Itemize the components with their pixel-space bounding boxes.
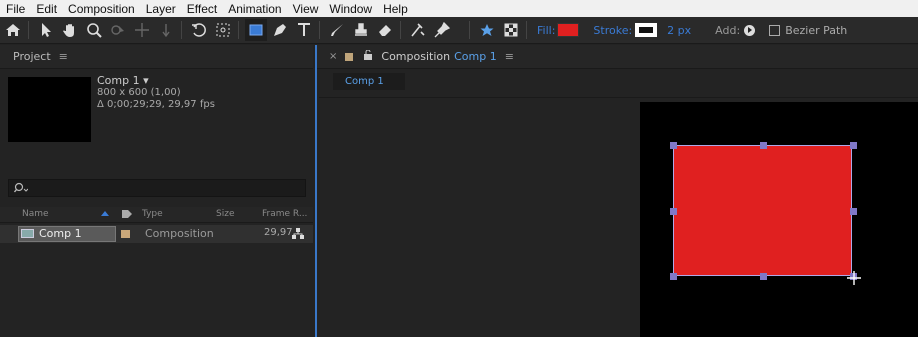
transform-handle[interactable] xyxy=(670,208,677,215)
composition-tab-name[interactable]: Comp 1 xyxy=(454,50,497,63)
project-panel-title: Project xyxy=(13,50,51,63)
project-panel: Project ≡ Comp 1 ▾ 800 x 600 (1,00) Δ 0;… xyxy=(0,45,313,337)
dolly-tool-icon[interactable] xyxy=(155,19,177,41)
composition-thumbnail xyxy=(8,77,91,142)
project-item-type: Composition xyxy=(145,227,214,240)
clone-stamp-tool-icon[interactable] xyxy=(350,19,372,41)
add-menu-icon[interactable] xyxy=(744,24,756,36)
selected-item-duration: Δ 0;00;29;29, 29,97 fps xyxy=(97,99,215,110)
toolbar: Fill: Stroke: 2 px Add: Bezier Path xyxy=(0,17,918,44)
column-size[interactable]: Size xyxy=(216,209,234,219)
home-icon[interactable] xyxy=(2,19,24,41)
menu-file[interactable]: File xyxy=(6,2,25,16)
eraser-tool-icon[interactable] xyxy=(374,19,396,41)
column-frame-rate[interactable]: Frame R... xyxy=(262,209,307,219)
menu-effect[interactable]: Effect xyxy=(187,2,217,16)
puppet-pin-tool-icon[interactable] xyxy=(431,19,453,41)
orbit-tool-icon[interactable] xyxy=(107,19,129,41)
menu-view[interactable]: View xyxy=(293,2,319,16)
pan-tool-icon[interactable] xyxy=(131,19,153,41)
transform-handle[interactable] xyxy=(760,142,767,149)
transform-handle[interactable] xyxy=(760,273,767,280)
project-item-frame-rate: 29,97 xyxy=(264,227,293,238)
stroke-label[interactable]: Stroke: xyxy=(593,24,632,37)
toolbar-divider xyxy=(526,21,527,39)
brush-tool-icon[interactable] xyxy=(326,19,348,41)
bezier-path-checkbox[interactable] xyxy=(769,24,781,36)
stroke-width-value[interactable]: 2 px xyxy=(667,24,691,37)
selected-item-name: Comp 1 ▾ xyxy=(97,74,149,87)
menu-bar: File Edit Composition Layer Effect Anima… xyxy=(0,0,918,17)
toolbar-divider xyxy=(319,21,320,39)
project-panel-header: Project ≡ xyxy=(0,45,313,69)
label-color-chip[interactable] xyxy=(121,230,130,238)
fill-color-swatch[interactable] xyxy=(557,23,580,37)
menu-composition[interactable]: Composition xyxy=(68,2,135,16)
toolbar-divider xyxy=(400,21,401,39)
rectangle-tool-icon[interactable] xyxy=(245,19,267,41)
type-tool-icon[interactable] xyxy=(293,19,315,41)
star-shape-icon[interactable] xyxy=(476,19,498,41)
composition-canvas[interactable] xyxy=(640,102,918,337)
hand-tool-icon[interactable] xyxy=(59,19,81,41)
panel-menu-icon[interactable]: ≡ xyxy=(59,50,68,63)
panel-menu-icon[interactable]: ≡ xyxy=(505,50,514,63)
label-tag-icon[interactable] xyxy=(121,209,133,222)
menu-help[interactable]: Help xyxy=(383,2,408,16)
selection-tool-icon[interactable] xyxy=(35,19,57,41)
pen-tool-icon[interactable] xyxy=(269,19,291,41)
crosshair-cursor-icon xyxy=(847,271,861,285)
search-icon xyxy=(13,182,29,197)
menu-animation[interactable]: Animation xyxy=(228,2,281,16)
transform-handle[interactable] xyxy=(850,208,857,215)
transform-handle[interactable] xyxy=(670,273,677,280)
project-item-name[interactable]: Comp 1 xyxy=(18,226,116,242)
project-item-name-text: Comp 1 xyxy=(39,227,82,240)
selected-item-dimensions: 800 x 600 (1,00) xyxy=(97,87,181,98)
toolbar-divider xyxy=(238,21,239,39)
zoom-tool-icon[interactable] xyxy=(83,19,105,41)
add-label: Add: xyxy=(715,23,741,37)
close-icon[interactable]: × xyxy=(329,51,337,62)
toolbar-divider xyxy=(181,21,182,39)
roto-brush-tool-icon[interactable] xyxy=(407,19,429,41)
project-item-row[interactable]: Comp 1 Composition 29,97 xyxy=(0,225,313,243)
bezier-path-label[interactable]: Bezier Path xyxy=(785,24,847,37)
composition-panel: × Composition Comp 1 ≡ Comp 1 xyxy=(315,45,918,337)
composition-panel-header: × Composition Comp 1 ≡ xyxy=(317,45,918,69)
toolbar-divider xyxy=(28,21,29,39)
menu-edit[interactable]: Edit xyxy=(36,2,57,16)
menu-layer[interactable]: Layer xyxy=(146,2,176,16)
sort-ascending-icon[interactable] xyxy=(100,209,110,220)
project-column-headers: Name Type Size Frame R... xyxy=(0,207,313,223)
column-name[interactable]: Name xyxy=(22,209,49,219)
rectangle-shape-layer[interactable] xyxy=(673,145,852,276)
stroke-color-swatch[interactable] xyxy=(635,23,658,37)
transparency-grid-icon[interactable] xyxy=(500,19,522,41)
flowchart-icon[interactable] xyxy=(292,228,304,243)
toolbar-divider xyxy=(469,21,470,39)
composition-icon xyxy=(21,229,34,238)
composition-subtab[interactable]: Comp 1 xyxy=(333,73,405,90)
menu-window[interactable]: Window xyxy=(329,2,372,16)
project-search-input[interactable] xyxy=(8,179,306,197)
label-color-chip xyxy=(345,52,354,61)
fill-label[interactable]: Fill: xyxy=(537,24,555,37)
column-type[interactable]: Type xyxy=(142,209,163,219)
anchor-point-tool-icon[interactable] xyxy=(212,19,234,41)
rotate-tool-icon[interactable] xyxy=(188,19,210,41)
composition-viewer[interactable] xyxy=(319,97,918,337)
transform-handle[interactable] xyxy=(850,142,857,149)
transform-handle[interactable] xyxy=(670,142,677,149)
composition-tab-prefix[interactable]: Composition xyxy=(381,50,450,63)
lock-icon[interactable] xyxy=(363,49,373,63)
